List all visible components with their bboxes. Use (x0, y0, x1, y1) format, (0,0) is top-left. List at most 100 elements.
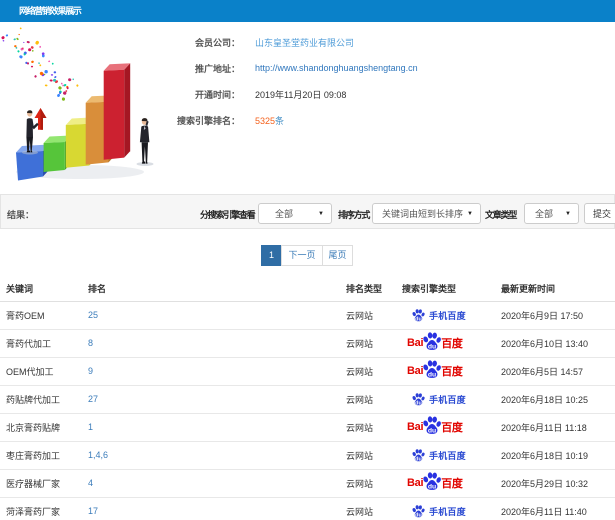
baidu-du-text: du (428, 484, 436, 491)
keyword-cell: 菏泽膏药厂家 (0, 497, 88, 520)
info-row: 会员公司： 山东皇圣堂药业有限公司 (0, 36, 615, 49)
rank-cell: 8 (88, 329, 346, 358)
result-label: 结果： (7, 210, 35, 220)
baidu-paw-icon: du (412, 308, 425, 322)
rank-link[interactable]: 17 (88, 506, 98, 516)
engine-cell: du 手机百度 (402, 385, 501, 414)
chevron-down-icon: ▼ (565, 211, 571, 217)
mobile-baidu-logo: du 手机百度 (402, 445, 501, 465)
page-1-button[interactable]: 1 (261, 245, 282, 266)
filter-select-2[interactable]: 全部 ▼ (524, 203, 579, 224)
keyword-cell: 北京膏药贴牌 (0, 413, 88, 442)
mobile-baidu-label: 手机百度 (429, 450, 466, 461)
column-header: 最新更新时间 (501, 277, 615, 302)
rank-cell: 17 (88, 497, 346, 520)
info-label: 会员公司： (194, 37, 240, 48)
baidu-du-text: du (415, 316, 422, 322)
info-section: 会员公司： 山东皇圣堂药业有限公司 推广地址： http://www.shandong… (0, 22, 615, 194)
rank-type-cell: 云网站 (346, 357, 402, 386)
rank-link[interactable]: 1 (88, 422, 93, 432)
rank-type-cell: 云网站 (346, 301, 402, 330)
baidu-logo: Bai du 百度 (402, 332, 501, 353)
table-row: 枣庄膏药加工 1,4,6 云网站 du 手机百度 2020年6月18日 10:19 (0, 441, 615, 470)
baidu-du-text: du (428, 372, 436, 379)
rank-cell: 4 (88, 469, 346, 498)
info-row: 推广地址： http://www.shandonghuangshengtang.c… (0, 62, 615, 75)
baidu-paw-icon: du (423, 416, 442, 435)
keyword-cell: 膏药代加工 (0, 329, 88, 358)
mobile-baidu-logo: du 手机百度 (402, 501, 501, 520)
table-row: 药贴牌代加工 27 云网站 du 手机百度 2020年6月18日 10:25 (0, 385, 615, 414)
baidu-paw-icon: du (412, 504, 425, 518)
engine-cell: du 手机百度 (402, 497, 501, 520)
column-header: 排名类型 (346, 277, 402, 302)
page-title: 网络营销效果展示 (19, 6, 82, 16)
rank-count: 5325 (255, 115, 276, 126)
engine-cell: Bai du 百度 (402, 357, 501, 386)
mobile-baidu-logo: du 手机百度 (402, 305, 501, 325)
next-page-button[interactable]: 下一页 (281, 245, 323, 266)
rank-cell: 27 (88, 385, 346, 414)
updated-cell: 2020年6月18日 10:25 (501, 385, 615, 414)
engine-cell: du 手机百度 (402, 441, 501, 470)
submit-button[interactable]: 提交 (584, 203, 615, 224)
rank-link[interactable]: 9 (88, 366, 93, 376)
baidu-latin-label: Bai (407, 365, 424, 377)
updated-cell: 2020年6月11日 11:18 (501, 413, 615, 442)
rank-type-cell: 云网站 (346, 441, 402, 470)
baidu-latin-label: Bai (407, 477, 424, 489)
table-row: 医疗器械厂家 4 云网站 Bai du 百度 2020年5月29日 10:32 (0, 469, 615, 498)
filter-select-value: 全部 (275, 209, 294, 219)
rank-link[interactable]: 25 (88, 310, 98, 320)
info-value-url[interactable]: http://www.shandonghuangshengtang.cn (255, 63, 418, 73)
updated-cell: 2020年6月9日 17:50 (501, 301, 615, 330)
filter-select-value: 全部 (535, 209, 554, 219)
baidu-paw-icon: du (412, 392, 425, 406)
baidu-du-text: du (415, 456, 422, 462)
baidu-cn-label: 百度 (441, 338, 463, 350)
chevron-down-icon: ▼ (318, 211, 324, 217)
results-table: 关键词 排名 排名类型 搜索引擎类型 最新更新时间 膏药OEM 25 云网站 du 手机百度 20… (0, 277, 615, 520)
rank-cell: 1,4,6 (88, 441, 346, 470)
rank-type-cell: 云网站 (346, 469, 402, 498)
updated-cell: 2020年6月18日 10:19 (501, 441, 615, 470)
keyword-cell: 药贴牌代加工 (0, 385, 88, 414)
rank-link[interactable]: 1,4,6 (88, 450, 108, 460)
last-page-button[interactable]: 尾页 (322, 245, 353, 266)
table-row: 膏药代加工 8 云网站 Bai du 百度 2020年6月10日 13:40 (0, 329, 615, 358)
table-row: 菏泽膏药厂家 17 云网站 du 手机百度 2020年6月11日 11:40 (0, 497, 615, 520)
table-row: 北京膏药贴牌 1 云网站 Bai du 百度 2020年6月11日 11:18 (0, 413, 615, 442)
info-row: 搜索引擎排名： 5325条 (0, 114, 615, 127)
filter-select-1[interactable]: 关键词由短到长排序 ▼ (372, 203, 481, 224)
baidu-du-text: du (415, 512, 422, 518)
rank-count-unit: 条 (275, 115, 285, 126)
rank-link[interactable]: 27 (88, 394, 98, 404)
info-label: 开通时间： (194, 89, 240, 100)
baidu-du-text: du (428, 344, 436, 351)
baidu-latin-label: Bai (407, 337, 424, 349)
engine-cell: Bai du 百度 (402, 413, 501, 442)
keyword-cell: 医疗器械厂家 (0, 469, 88, 498)
table-row: OEM代加工 9 云网站 Bai du 百度 2020年6月5日 14:57 (0, 357, 615, 386)
baidu-paw-icon: du (423, 472, 442, 491)
mobile-baidu-logo: du 手机百度 (402, 389, 501, 409)
mobile-baidu-label: 手机百度 (429, 394, 466, 405)
column-header: 搜索引擎类型 (402, 277, 501, 302)
keyword-cell: 膏药OEM (0, 301, 88, 330)
filter-bar: 结果： 分搜索引擎查看 全部 ▼ 排序方式 关键词由短到长排序 ▼ 文章类型 全部 ▼ 提交 (0, 194, 615, 229)
rank-link[interactable]: 4 (88, 478, 93, 488)
baidu-paw-icon: du (423, 360, 442, 379)
filter-select-0[interactable]: 全部 ▼ (258, 203, 332, 224)
updated-cell: 2020年6月5日 14:57 (501, 357, 615, 386)
chevron-down-icon: ▼ (467, 211, 473, 217)
baidu-paw-icon: du (423, 332, 442, 351)
baidu-paw-icon: du (412, 448, 425, 462)
info-label: 搜索引擎排名： (176, 115, 240, 126)
mobile-baidu-label: 手机百度 (429, 506, 466, 517)
engine-cell: Bai du 百度 (402, 329, 501, 358)
mobile-baidu-label: 手机百度 (429, 310, 466, 321)
filter-select-value: 关键词由短到长排序 (382, 209, 464, 219)
rank-link[interactable]: 8 (88, 338, 93, 348)
rank-type-cell: 云网站 (346, 497, 402, 520)
baidu-du-text: du (415, 400, 422, 406)
